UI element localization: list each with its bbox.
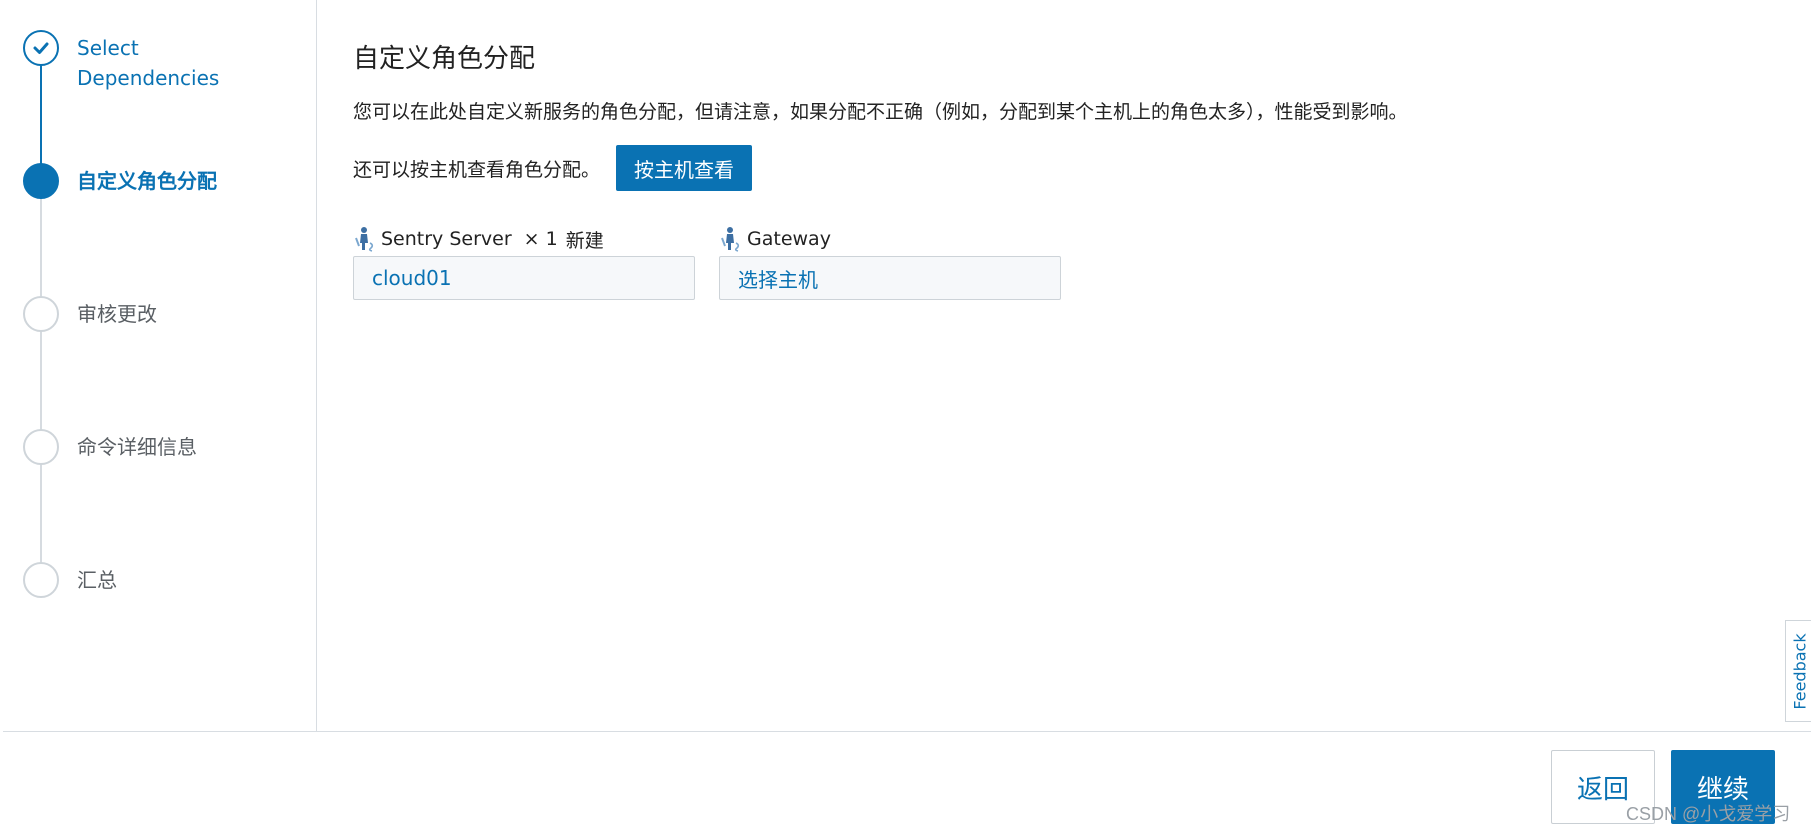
role-gateway: Gateway 选择主机 [719,224,1061,300]
step-label: Select Dependencies [77,36,220,90]
gateway-host-select[interactable]: 选择主机 [719,256,1061,300]
wizard-sidebar: Select Dependencies 自定义角色分配 审核更改 命令详细信息 … [3,0,317,731]
page-title: 自定义角色分配 [353,44,536,74]
step-label: 审核更改 [77,302,157,326]
role-name: Gateway [747,228,831,250]
pending-step-circle-icon [23,296,59,332]
role-header: Sentry Server × 1 新建 [353,224,695,254]
feedback-tab[interactable]: Feedback [1785,620,1811,722]
step-label: 汇总 [77,568,117,592]
wizard-footer: 返回 继续 [3,731,1811,832]
description-text: 您可以在此处自定义新服务的角色分配，但请注意，如果分配不正确（例如，分配到某个主… [353,101,1408,123]
host-view-text: 还可以按主机查看角色分配。 [353,158,601,181]
current-step-dot-icon [23,163,59,199]
host-view-row: 还可以按主机查看角色分配。 按主机查看 [353,145,753,191]
main-content: 自定义角色分配 您可以在此处自定义新服务的角色分配，但请注意，如果分配不正确（例… [353,0,1783,731]
role-sentry-server: Sentry Server × 1 新建 cloud01 [353,224,695,300]
feedback-label: Feedback [1790,632,1810,710]
role-name: Sentry Server [381,228,512,250]
role-person-icon [355,227,374,252]
wizard-page: Select Dependencies 自定义角色分配 审核更改 命令详细信息 … [3,0,1811,832]
watermark: CSDN @小戈爱学习 [1626,804,1791,824]
view-by-host-button[interactable]: 按主机查看 [616,145,753,191]
role-header: Gateway [719,224,1061,254]
sentry-server-host-select[interactable]: cloud01 [353,256,695,300]
role-person-icon [721,227,740,252]
check-icon [23,30,59,66]
step-label: 自定义角色分配 [77,169,217,193]
step-label: 命令详细信息 [77,435,197,459]
pending-step-circle-icon [23,429,59,465]
pending-step-circle-icon [23,562,59,598]
role-new-badge: 新建 [565,229,604,252]
role-count: × 1 [523,228,558,250]
